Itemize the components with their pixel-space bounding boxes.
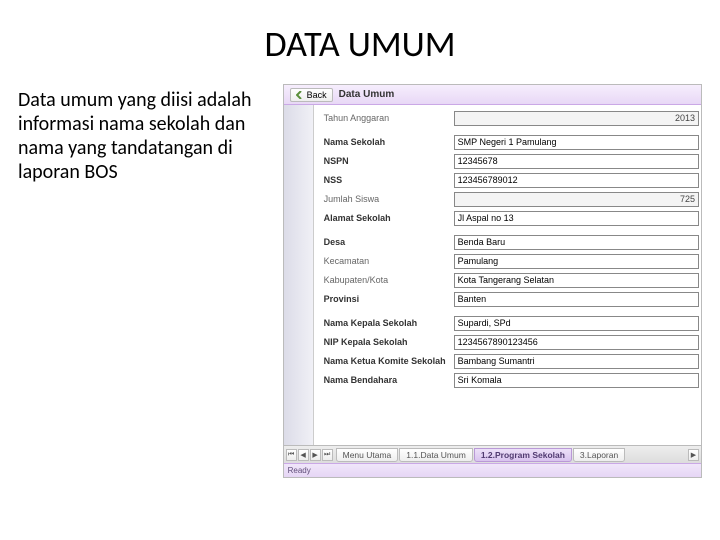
- field-nama-sekolah[interactable]: [454, 135, 699, 150]
- app-header-title: Data Umum: [339, 89, 395, 100]
- label-kecamatan: Kecamatan: [314, 256, 454, 266]
- status-text: Ready: [288, 466, 311, 475]
- tab-first-icon[interactable]: ⏮: [286, 449, 297, 461]
- sidebar: [284, 105, 314, 445]
- field-bendahara[interactable]: [454, 373, 699, 388]
- field-kecamatan[interactable]: [454, 254, 699, 269]
- tab-prev-icon[interactable]: ◀: [298, 449, 309, 461]
- tab-menu-utama[interactable]: Menu Utama: [336, 448, 399, 462]
- slide-description: Data umum yang diisi adalah informasi na…: [18, 84, 283, 184]
- field-tahun-anggaran: 2013: [454, 111, 699, 126]
- field-nspn[interactable]: [454, 154, 699, 169]
- label-nip-kepsek: NIP Kepala Sekolah: [314, 337, 454, 347]
- form-area: Tahun Anggaran 2013 Nama Sekolah NSPN NS…: [314, 105, 701, 445]
- tab-scroll-right-icon[interactable]: ▶: [688, 449, 699, 461]
- field-ketua-komite[interactable]: [454, 354, 699, 369]
- app-header: Back Data Umum: [284, 85, 701, 105]
- label-nspn: NSPN: [314, 156, 454, 166]
- label-nama-sekolah: Nama Sekolah: [314, 137, 454, 147]
- label-alamat: Alamat Sekolah: [314, 213, 454, 223]
- field-nip-kepsek[interactable]: [454, 335, 699, 350]
- back-label: Back: [307, 90, 327, 100]
- field-jumlah-siswa: 725: [454, 192, 699, 207]
- back-icon: [296, 91, 304, 99]
- field-nss[interactable]: [454, 173, 699, 188]
- sheet-tabs: ⏮ ◀ ▶ ⏭ Menu Utama 1.1.Data Umum 1.2.Pro…: [284, 445, 701, 463]
- field-alamat[interactable]: [454, 211, 699, 226]
- label-ketua-komite: Nama Ketua Komite Sekolah: [314, 356, 454, 366]
- field-provinsi[interactable]: [454, 292, 699, 307]
- label-nss: NSS: [314, 175, 454, 185]
- label-bendahara: Nama Bendahara: [314, 375, 454, 385]
- field-kabupaten[interactable]: [454, 273, 699, 288]
- label-tahun-anggaran: Tahun Anggaran: [314, 113, 454, 123]
- tab-laporan[interactable]: 3.Laporan: [573, 448, 625, 462]
- label-provinsi: Provinsi: [314, 294, 454, 304]
- app-window: Back Data Umum Tahun Anggaran 2013 Nama …: [283, 84, 702, 478]
- tab-program-sekolah[interactable]: 1.2.Program Sekolah: [474, 448, 572, 462]
- field-nama-kepsek[interactable]: [454, 316, 699, 331]
- label-nama-kepsek: Nama Kepala Sekolah: [314, 318, 454, 328]
- back-button[interactable]: Back: [290, 88, 333, 102]
- label-jumlah-siswa: Jumlah Siswa: [314, 194, 454, 204]
- label-kabupaten: Kabupaten/Kota: [314, 275, 454, 285]
- label-desa: Desa: [314, 237, 454, 247]
- slide-title: DATA UMUM: [0, 0, 720, 84]
- field-desa[interactable]: [454, 235, 699, 250]
- status-bar: Ready: [284, 463, 701, 477]
- tab-data-umum[interactable]: 1.1.Data Umum: [399, 448, 473, 462]
- tab-next-icon[interactable]: ▶: [310, 449, 321, 461]
- tab-last-icon[interactable]: ⏭: [322, 449, 333, 461]
